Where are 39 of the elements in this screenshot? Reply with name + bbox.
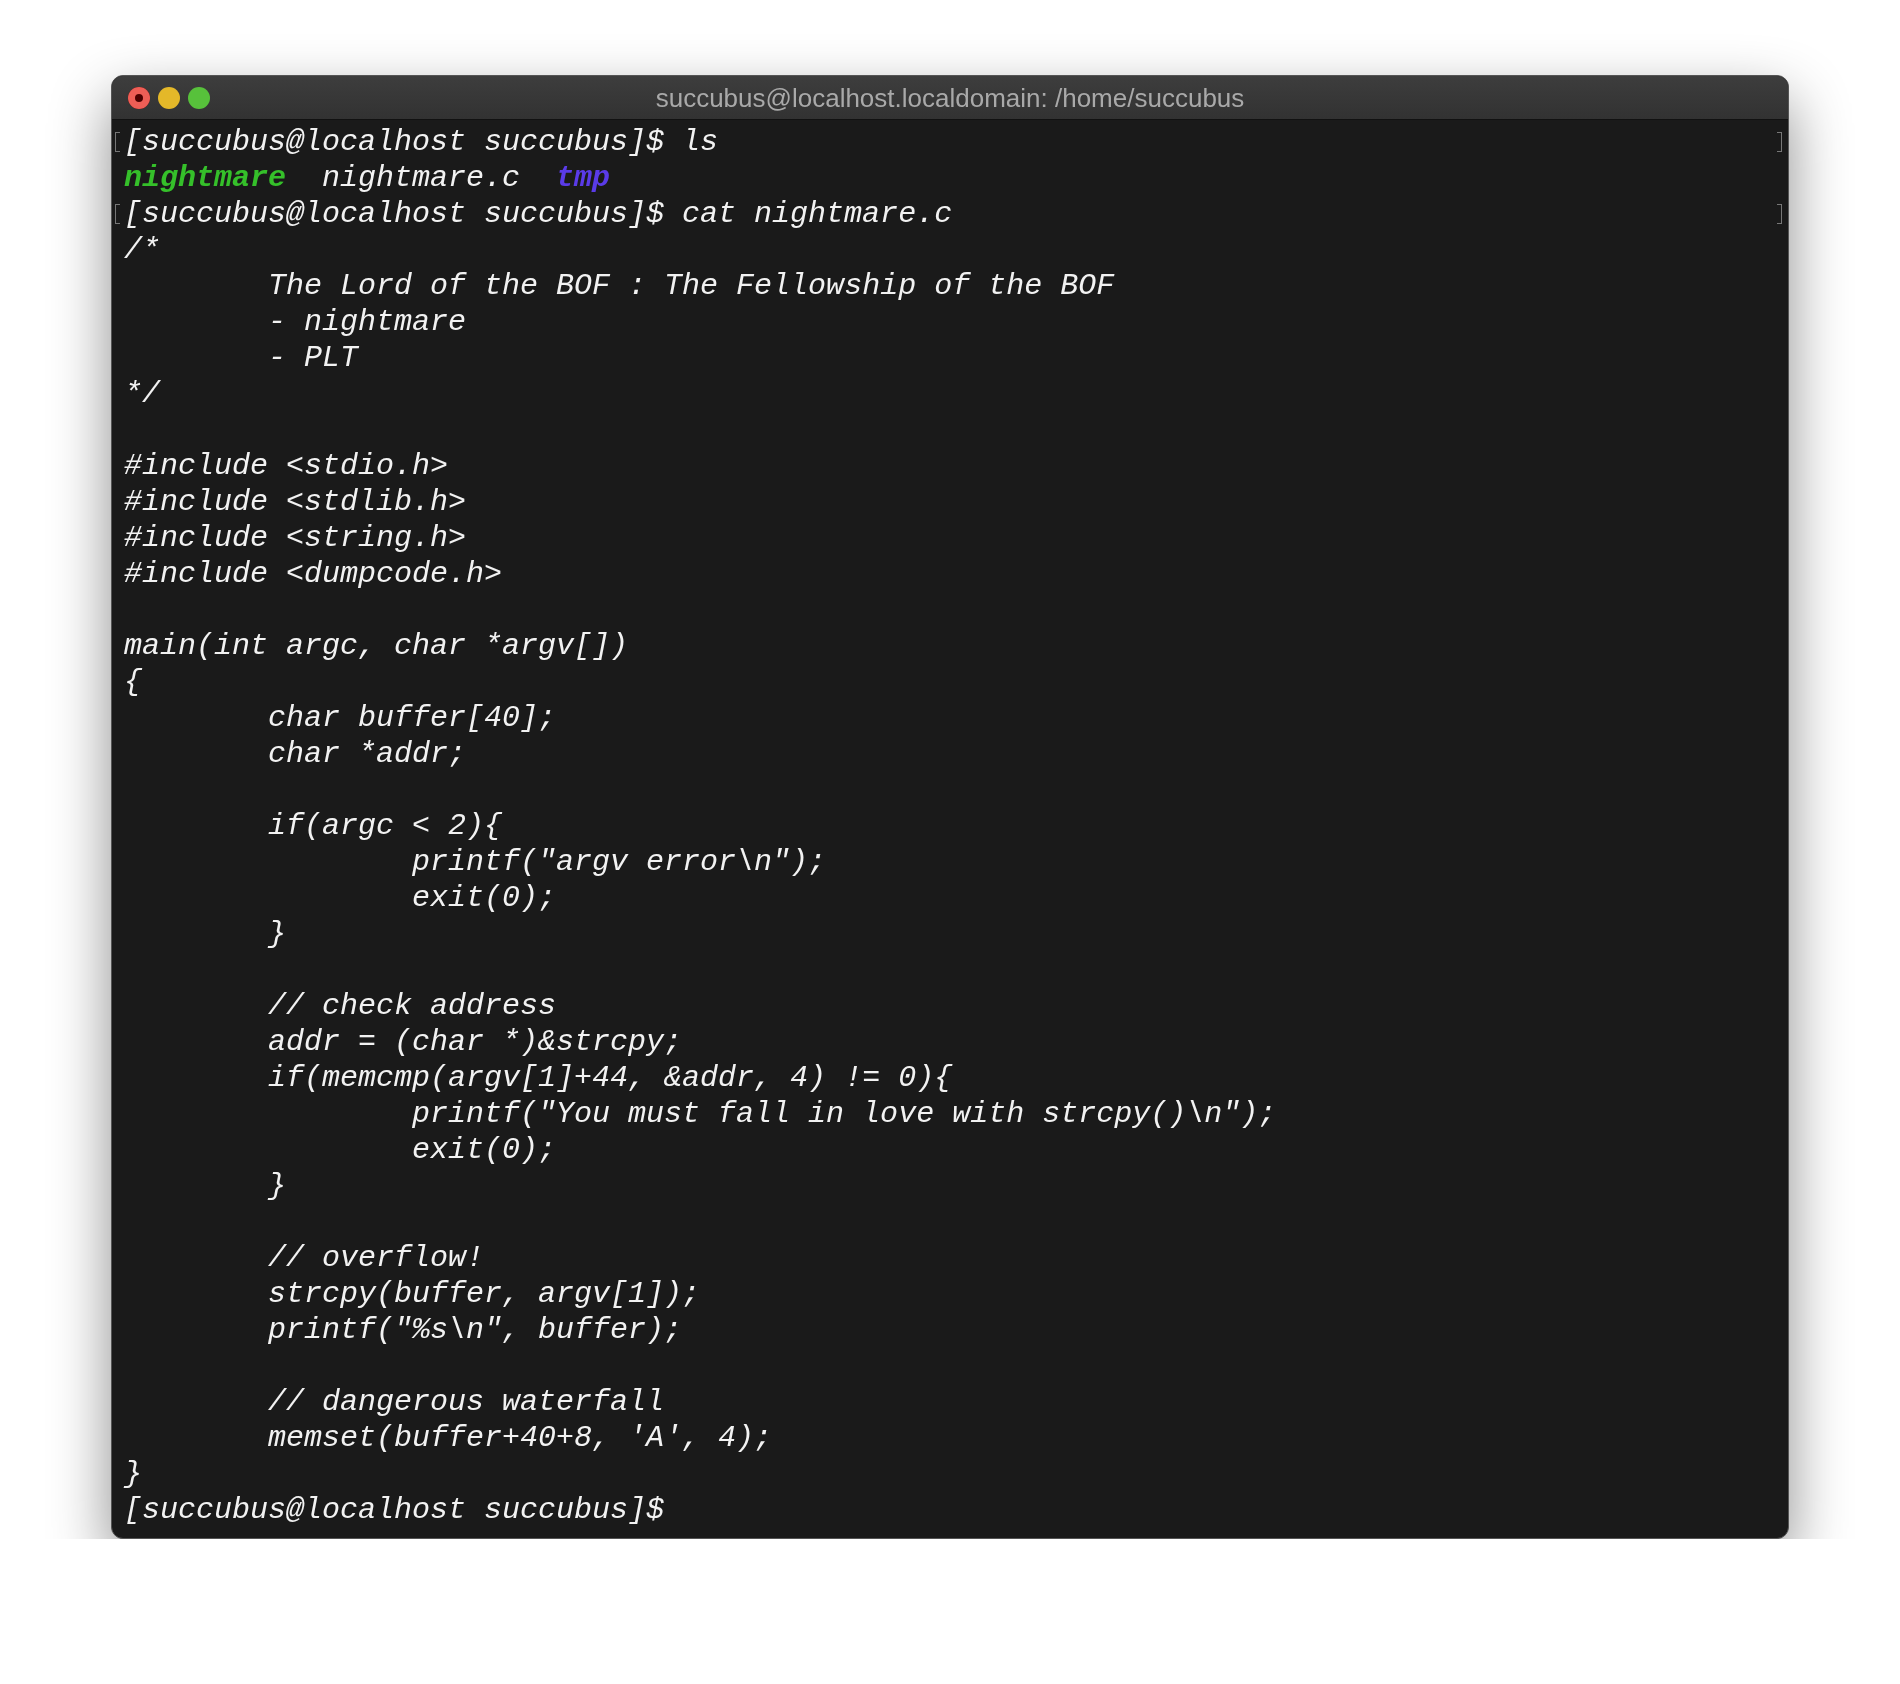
code-line: printf("You must fall in love with strcpy()\n");	[411, 1097, 1277, 1131]
code-line: char buffer[40];	[267, 701, 557, 735]
code-line: if(argc < 2){	[267, 809, 503, 843]
code-line: memset(buffer+40+8, 'A', 4);	[267, 1421, 773, 1455]
code-line: }	[266, 1169, 287, 1203]
code-line: exit(0);	[411, 881, 557, 915]
code-line: #include <string.h>	[124, 521, 467, 555]
zoom-button[interactable]	[188, 87, 210, 109]
code-line: #include <dumpcode.h>	[124, 557, 503, 591]
code-line: strcpy(buffer, argv[1]);	[267, 1277, 701, 1311]
code-line: - nightmare	[267, 305, 467, 339]
code-line: }	[124, 1457, 142, 1491]
shell-prompt-line: [succubus@localhost succubus]$	[124, 1493, 665, 1527]
code-line: #include <stdio.h>	[124, 449, 449, 483]
code-line: - PLT	[267, 341, 359, 375]
window-title: succubus@localhost.localdomain: /home/succubus	[655, 82, 1245, 115]
close-button[interactable]	[128, 87, 150, 109]
code-line: The Lord of the BOF : The Fellowship of the BOF	[267, 269, 1115, 303]
file-name: nightmare.c	[322, 160, 521, 196]
code-line: }	[266, 917, 287, 951]
executable-name: nightmare	[124, 160, 287, 196]
code-line: char *addr;	[267, 737, 467, 771]
code-line: // check address	[267, 989, 557, 1023]
code-line: main(int argc, char *argv[])	[124, 629, 629, 663]
code-line: addr = (char *)&strcpy;	[267, 1025, 683, 1059]
code-line: if(memcmp(argv[1]+44, &addr, 4) != 0){	[267, 1061, 953, 1095]
code-line: {	[124, 665, 142, 699]
minimize-button[interactable]	[158, 87, 180, 109]
directory-name: tmp	[556, 160, 611, 196]
code-line: */	[124, 377, 160, 411]
code-line: #include <stdlib.h>	[124, 485, 467, 519]
code-line: // dangerous waterfall	[267, 1385, 665, 1419]
code-line: printf("argv error\n");	[411, 845, 827, 879]
code-line: // overflow!	[267, 1241, 485, 1275]
shell-prompt-line: [succubus@localhost succubus]$ ls	[124, 125, 719, 159]
code-line: /*	[124, 233, 160, 267]
code-line: printf("%s\n", buffer);	[267, 1313, 683, 1347]
shell-prompt-line: [succubus@localhost succubus]$ cat nightmare.c	[124, 197, 953, 231]
code-line: exit(0);	[411, 1133, 557, 1167]
